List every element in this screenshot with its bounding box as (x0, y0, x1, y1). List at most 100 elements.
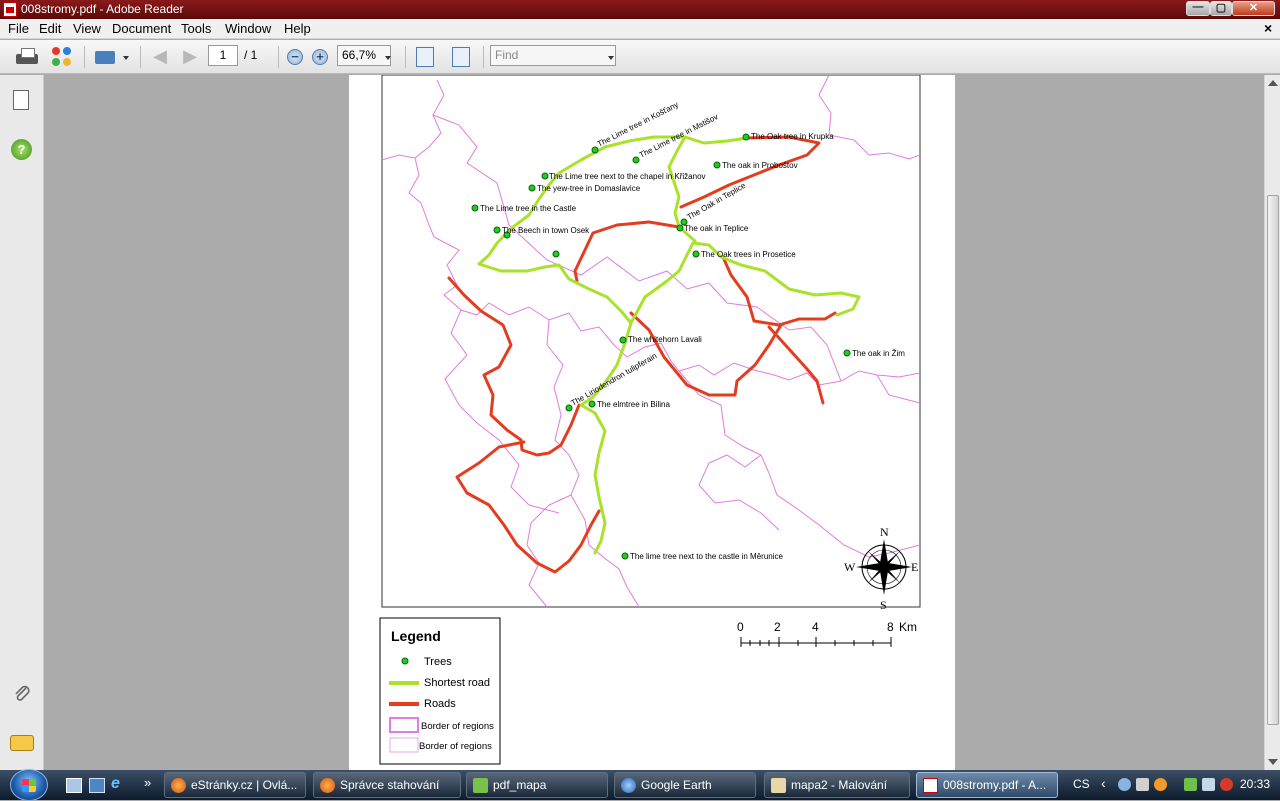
tray-app-icon[interactable] (1136, 778, 1149, 791)
scroll-up-icon[interactable] (1268, 80, 1278, 86)
menu-view[interactable]: View (73, 21, 101, 36)
legend-item: Trees (424, 656, 452, 668)
menu-tools[interactable]: Tools (181, 21, 211, 36)
tree-marker (619, 336, 627, 344)
internet-explorer-icon[interactable]: e (111, 775, 127, 792)
menu-file[interactable]: File (8, 21, 29, 36)
taskbar-item[interactable]: mapa2 - Malování (764, 772, 910, 798)
legend: Legend Trees Shortest road Roads Border … (379, 617, 501, 765)
tree-marker (632, 156, 640, 164)
show-hidden-icons-icon[interactable]: ‹ (1101, 775, 1106, 791)
collab-dot (52, 47, 60, 55)
taskbar-item[interactable]: Správce stahování (313, 772, 461, 798)
tree-marker (843, 349, 851, 357)
compass-north: N (880, 525, 889, 539)
zoom-dropdown-icon[interactable] (385, 56, 391, 60)
taskbar: e » eStránky.cz | Ovlá... Správce stahov… (0, 769, 1280, 801)
power-icon[interactable] (1202, 778, 1215, 791)
tree-marker (552, 250, 560, 258)
tray-app-icon[interactable] (1154, 778, 1167, 791)
tree-marker (528, 184, 536, 192)
document-area: The Lime tree in Košťany The Lime tree i… (45, 75, 1264, 770)
language-indicator[interactable]: CS (1073, 777, 1090, 791)
email-icon[interactable] (95, 47, 119, 67)
scale-tick-label: 2 (774, 620, 781, 634)
find-dropdown-icon[interactable] (608, 56, 614, 60)
comments-icon[interactable] (10, 735, 34, 751)
system-tray: CS ‹ 20:33 (1064, 770, 1280, 800)
vertical-scrollbar[interactable] (1264, 75, 1280, 770)
taskbar-item-label: pdf_mapa (493, 778, 547, 792)
taskbar-item[interactable]: Google Earth (614, 772, 756, 798)
toolbar-separator (483, 46, 484, 68)
tree-label: The Beech in town Osek (502, 226, 590, 235)
fit-page-icon[interactable] (452, 47, 470, 67)
menu-window[interactable]: Window (225, 21, 271, 36)
tree-label: The whitehorn Lavali (628, 335, 702, 344)
zoom-level-select[interactable]: 66,7% (337, 45, 391, 66)
tree-label: The elmtree in Bilina (597, 400, 670, 409)
next-page-icon[interactable]: ▶ (181, 47, 199, 65)
document-icon (473, 778, 488, 793)
tree-marker (742, 133, 750, 141)
tree-marker (713, 161, 721, 169)
paint-icon (771, 778, 786, 793)
tree-marker (621, 552, 629, 560)
close-document-icon[interactable]: × (1264, 20, 1272, 36)
maximize-button[interactable]: ▢ (1210, 1, 1232, 16)
taskbar-item[interactable]: eStránky.cz | Ovlá... (164, 772, 306, 798)
tree-marker (588, 400, 596, 408)
legend-item: Shortest road (424, 677, 490, 689)
tree-label: The yew-tree in Domaslavice (537, 184, 641, 193)
pdf-page: The Lime tree in Košťany The Lime tree i… (349, 75, 955, 770)
firefox-icon (320, 778, 335, 793)
help-icon[interactable]: ? (11, 139, 32, 160)
close-icon: ✕ (1248, 2, 1259, 14)
menu-document[interactable]: Document (112, 21, 171, 36)
toolbar-separator (405, 46, 406, 68)
tray-app-icon[interactable] (1184, 778, 1197, 791)
show-desktop-icon[interactable] (66, 778, 82, 793)
legend-tree-symbol (401, 657, 409, 665)
tree-marker (591, 146, 599, 154)
toolbar-separator (84, 46, 85, 68)
fit-width-icon[interactable] (416, 47, 434, 67)
page-number-input[interactable]: 1 (208, 45, 238, 66)
scale-unit: Km (899, 620, 917, 634)
attachments-icon[interactable] (12, 683, 32, 703)
scroll-thumb[interactable] (1267, 195, 1279, 725)
compass-south: S (880, 598, 887, 612)
volume-icon[interactable] (1220, 778, 1233, 791)
tree-marker (493, 226, 501, 234)
zoom-out-icon[interactable]: − (287, 49, 303, 65)
tree-label: The Oak tree in Krupka (751, 132, 834, 141)
collab-dot (52, 58, 60, 66)
compass-east: E (911, 560, 918, 574)
scale-ticks (740, 637, 892, 647)
tree-label: The lime tree next to the castle in Měru… (630, 552, 784, 561)
pages-icon[interactable] (13, 90, 29, 110)
legend-item: Roads (424, 698, 456, 710)
menu-edit[interactable]: Edit (39, 21, 61, 36)
print-icon[interactable] (16, 47, 38, 67)
network-icon[interactable] (1118, 778, 1131, 791)
switch-windows-icon[interactable] (89, 778, 105, 793)
tree-label: The oak in Teplice (684, 224, 749, 233)
clock[interactable]: 20:33 (1240, 777, 1270, 791)
menu-help[interactable]: Help (284, 21, 311, 36)
email-dropdown-icon[interactable] (123, 56, 129, 60)
taskbar-item-active[interactable]: 008stromy.pdf - A... (916, 772, 1058, 798)
zoom-level-value: 66,7% (342, 48, 377, 62)
previous-page-icon[interactable]: ◀ (151, 47, 169, 65)
close-button[interactable]: ✕ (1232, 1, 1275, 16)
taskbar-item[interactable]: pdf_mapa (466, 772, 608, 798)
find-input[interactable]: Find (490, 45, 616, 66)
quicklaunch-more-icon[interactable]: » (144, 775, 151, 790)
scale-tick-label: 0 (737, 620, 744, 634)
title-bar: 008stromy.pdf - Adobe Reader — ▢ ✕ (0, 0, 1280, 19)
minimize-button[interactable]: — (1186, 1, 1210, 16)
start-button[interactable] (10, 769, 48, 801)
collaborate-icon[interactable] (52, 47, 72, 67)
scroll-down-icon[interactable] (1268, 759, 1278, 765)
zoom-in-icon[interactable]: + (312, 49, 328, 65)
